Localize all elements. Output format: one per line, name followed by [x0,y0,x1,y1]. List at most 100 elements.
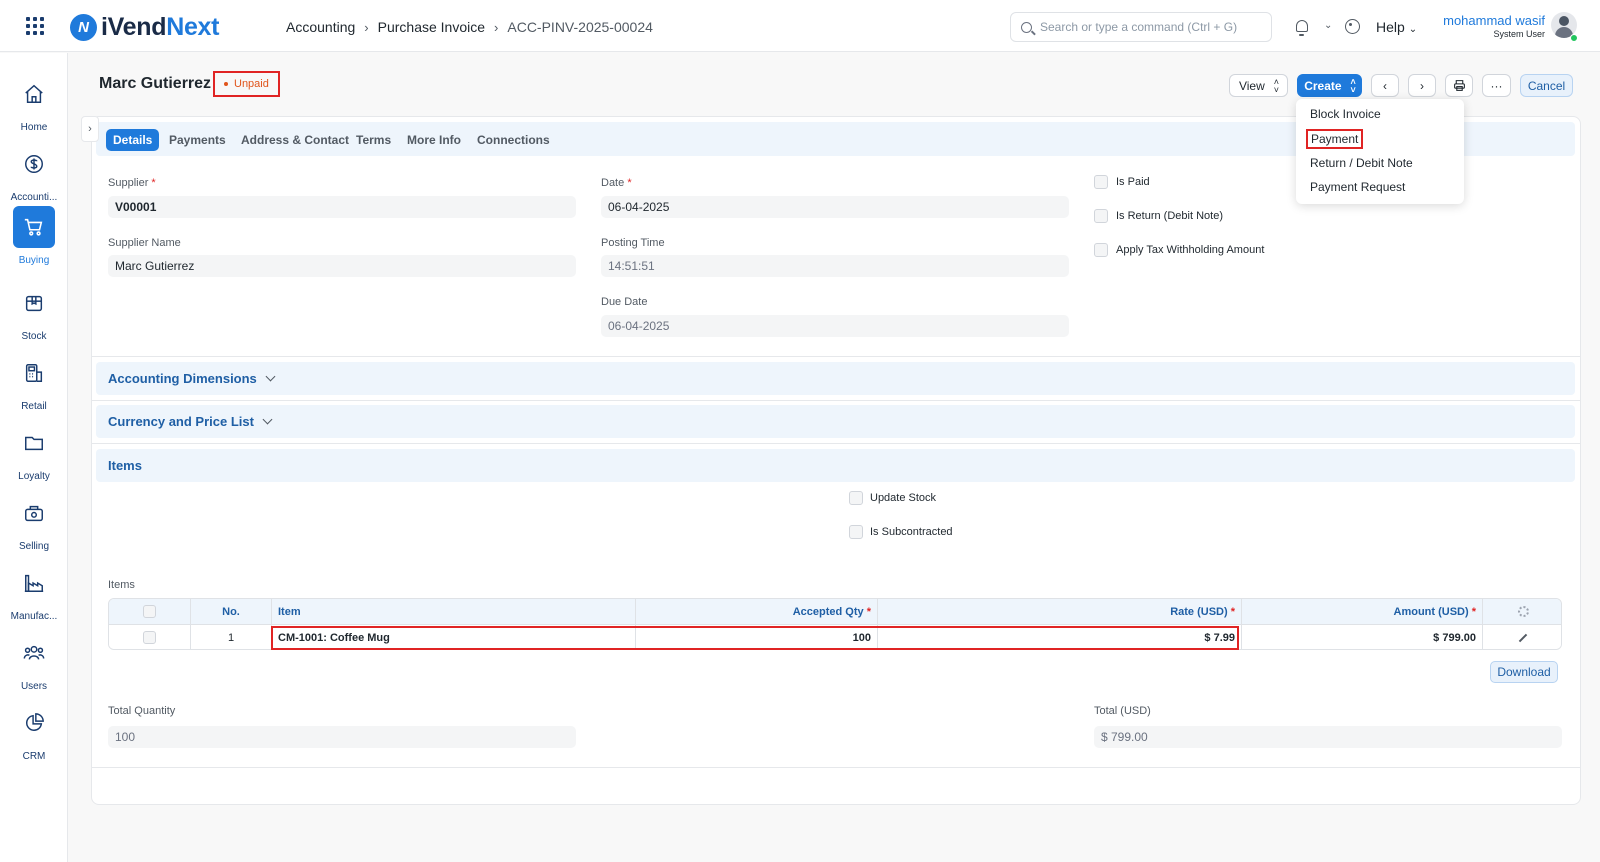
user-name[interactable]: mohammad wasif [1433,13,1545,28]
col-rate: Rate (USD) * [878,599,1242,624]
menu-item-block-invoice[interactable]: Block Invoice [1306,105,1385,123]
expand-sidebar-button[interactable]: › [81,116,99,142]
sidebar-item-label: Users [20,681,48,692]
supplier-field[interactable]: V00001 [108,196,576,218]
row-checkbox[interactable] [143,631,156,644]
column-settings[interactable] [1483,599,1561,624]
date-field[interactable]: 06-04-2025 [601,196,1069,218]
notification-bell-icon[interactable] [1296,20,1308,36]
printer-icon [1453,80,1465,91]
app-grid-icon[interactable] [26,17,44,35]
table-row[interactable]: 1 CM-1001: Coffee Mug 100 $ 7.99 $ 799.0… [109,625,1561,649]
row-select-cell [109,625,191,649]
supplier-name-field: Marc Gutierrez [108,255,576,277]
breadcrumb-document[interactable]: ACC-PINV-2025-00024 [507,19,653,35]
row-accepted-qty[interactable]: 100 [636,625,878,649]
ellipsis-icon: ··· [1490,78,1503,93]
users-icon [13,632,55,674]
tab-address-contact[interactable]: Address & Contact [234,129,356,151]
chevron-right-icon: › [88,123,92,135]
search-bar[interactable] [1010,12,1272,42]
print-button[interactable] [1445,74,1473,97]
row-amount: $ 799.00 [1242,625,1483,649]
menu-item-payment-request[interactable]: Payment Request [1306,178,1409,196]
tab-payments[interactable]: Payments [162,129,233,151]
sidebar-item-stock[interactable]: Stock [0,282,68,342]
select-all-cell [109,599,191,624]
posting-time-field[interactable]: 14:51:51 [601,255,1069,277]
supplier-label: Supplier * [108,177,156,189]
sidebar-item-loyalty[interactable]: Loyalty [0,422,68,482]
view-button[interactable]: View ˄ ˅ [1229,74,1288,97]
search-icon [1021,21,1032,33]
tab-terms[interactable]: Terms [349,129,398,151]
cancel-button[interactable]: Cancel [1520,74,1573,97]
sort-arrows-icon: ˄ ˅ [1273,76,1279,95]
chevron-down-icon: ⌄ [1408,24,1418,35]
create-button[interactable]: Create ˄ ˅ [1297,74,1362,97]
sidebar: Home Accounti... Buying Stock Retail Loy… [0,53,68,862]
logo-text: iVendNext [101,12,220,41]
sidebar-item-home[interactable]: Home [0,73,68,133]
sidebar-item-retail[interactable]: Retail [0,352,68,412]
select-all-checkbox[interactable] [143,605,156,618]
box-icon [13,282,55,324]
row-item[interactable]: CM-1001: Coffee Mug [272,625,636,649]
home-icon [13,73,55,115]
sort-arrows-icon: ˄ ˅ [1350,76,1356,95]
section-currency-price-list[interactable]: Currency and Price List [96,405,1575,438]
app-logo[interactable]: N iVendNext [70,12,219,42]
menu-item-payment[interactable]: Payment [1306,129,1364,149]
due-date-label: Due Date [601,296,648,308]
tab-more-info[interactable]: More Info [400,129,468,151]
sidebar-item-label: Accounti... [10,192,58,203]
next-button[interactable]: › [1408,74,1436,97]
section-divider [91,400,1581,401]
dollar-icon [13,143,55,185]
sidebar-item-buying[interactable]: Buying [0,206,68,266]
section-items[interactable]: Items [96,449,1575,482]
theme-palette-icon[interactable] [1345,19,1360,34]
menu-item-return-debit-note[interactable]: Return / Debit Note [1306,154,1417,172]
chevron-down-icon [262,414,273,425]
section-accounting-dimensions[interactable]: Accounting Dimensions [96,362,1575,395]
row-rate[interactable]: $ 7.99 [878,625,1242,649]
search-input[interactable] [1040,20,1260,34]
is-subcontracted-checkbox[interactable] [849,525,863,539]
is-return-checkbox[interactable] [1094,209,1108,223]
help-menu[interactable]: Help ⌄ [1376,19,1417,35]
help-label: Help [1376,19,1405,35]
sidebar-item-users[interactable]: Users [0,632,68,692]
sidebar-item-crm[interactable]: CRM [0,702,68,762]
tab-connections[interactable]: Connections [470,129,557,151]
sidebar-item-accounting[interactable]: Accounti... [0,143,68,203]
sidebar-item-label: Stock [21,331,47,342]
sidebar-item-manufacturing[interactable]: Manufac... [0,562,68,622]
row-no: 1 [191,625,272,649]
sidebar-item-selling[interactable]: Selling [0,492,68,552]
apply-tax-withholding-checkbox[interactable] [1094,243,1108,257]
cart-icon [13,206,55,248]
breadcrumb-accounting[interactable]: Accounting [286,19,355,35]
breadcrumb-purchase-invoice[interactable]: Purchase Invoice [378,19,485,35]
pie-icon [13,702,55,744]
previous-button[interactable]: ‹ [1371,74,1399,97]
is-paid-checkbox[interactable] [1094,175,1108,189]
chevron-down-icon[interactable]: ⌄ [1324,20,1332,31]
section-divider [91,767,1581,768]
tab-details[interactable]: Details [106,129,160,151]
chevron-right-icon: › [1420,78,1424,93]
update-stock-checkbox[interactable] [849,491,863,505]
more-actions-button[interactable]: ··· [1482,74,1511,97]
sidebar-item-label: Home [20,122,48,133]
sidebar-item-label: Loyalty [18,471,50,482]
bag-icon [13,492,55,534]
row-edit-button[interactable] [1483,625,1561,649]
status-label: Unpaid [234,78,269,90]
total-label: Total (USD) [1094,705,1151,717]
section-divider [91,443,1581,444]
download-button[interactable]: Download [1490,661,1558,683]
due-date-field[interactable]: 06-04-2025 [601,315,1069,337]
view-label: View [1238,78,1265,93]
create-label: Create [1304,78,1342,93]
